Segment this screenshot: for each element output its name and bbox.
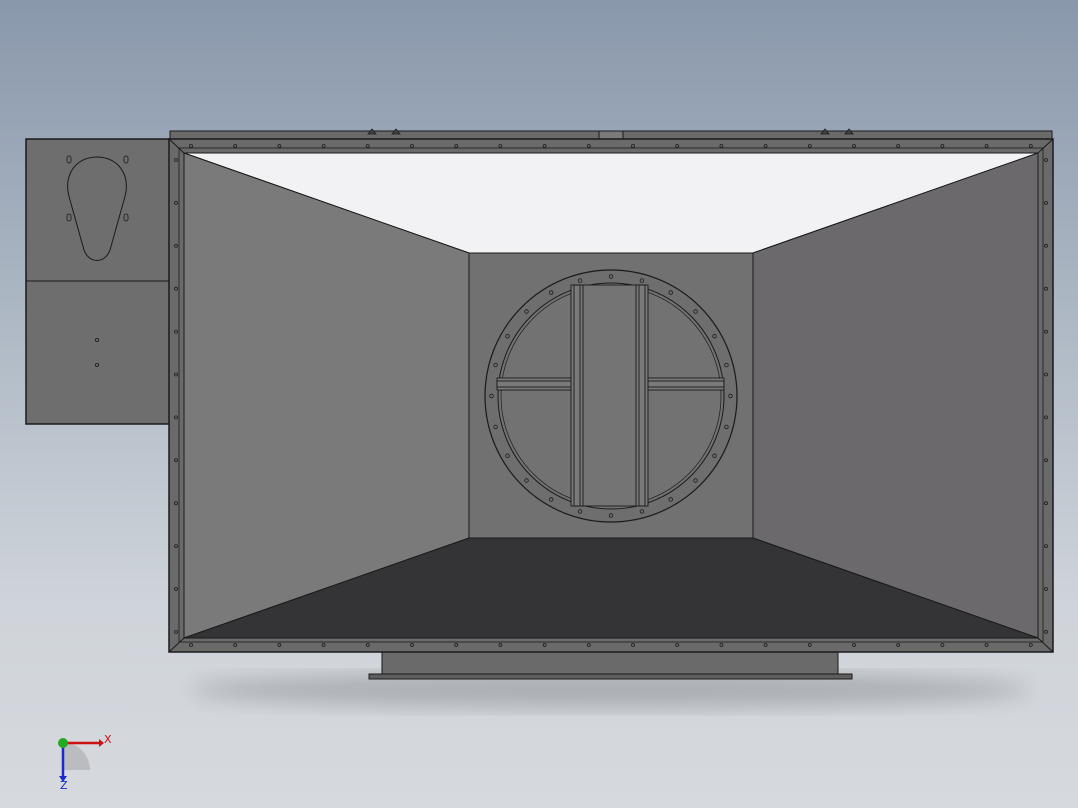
graphics-viewport[interactable]: X Z — [0, 0, 1078, 808]
coordinate-triad: X Z — [58, 733, 112, 792]
z-axis-label: Z — [60, 779, 68, 792]
cad-model-view[interactable]: X Z — [0, 0, 1078, 808]
side-box[interactable] — [25, 138, 171, 425]
x-axis-label: X — [104, 733, 112, 746]
y-axis-indicator — [58, 738, 68, 748]
base-plate[interactable] — [368, 651, 853, 680]
top-rail[interactable] — [169, 128, 1053, 140]
